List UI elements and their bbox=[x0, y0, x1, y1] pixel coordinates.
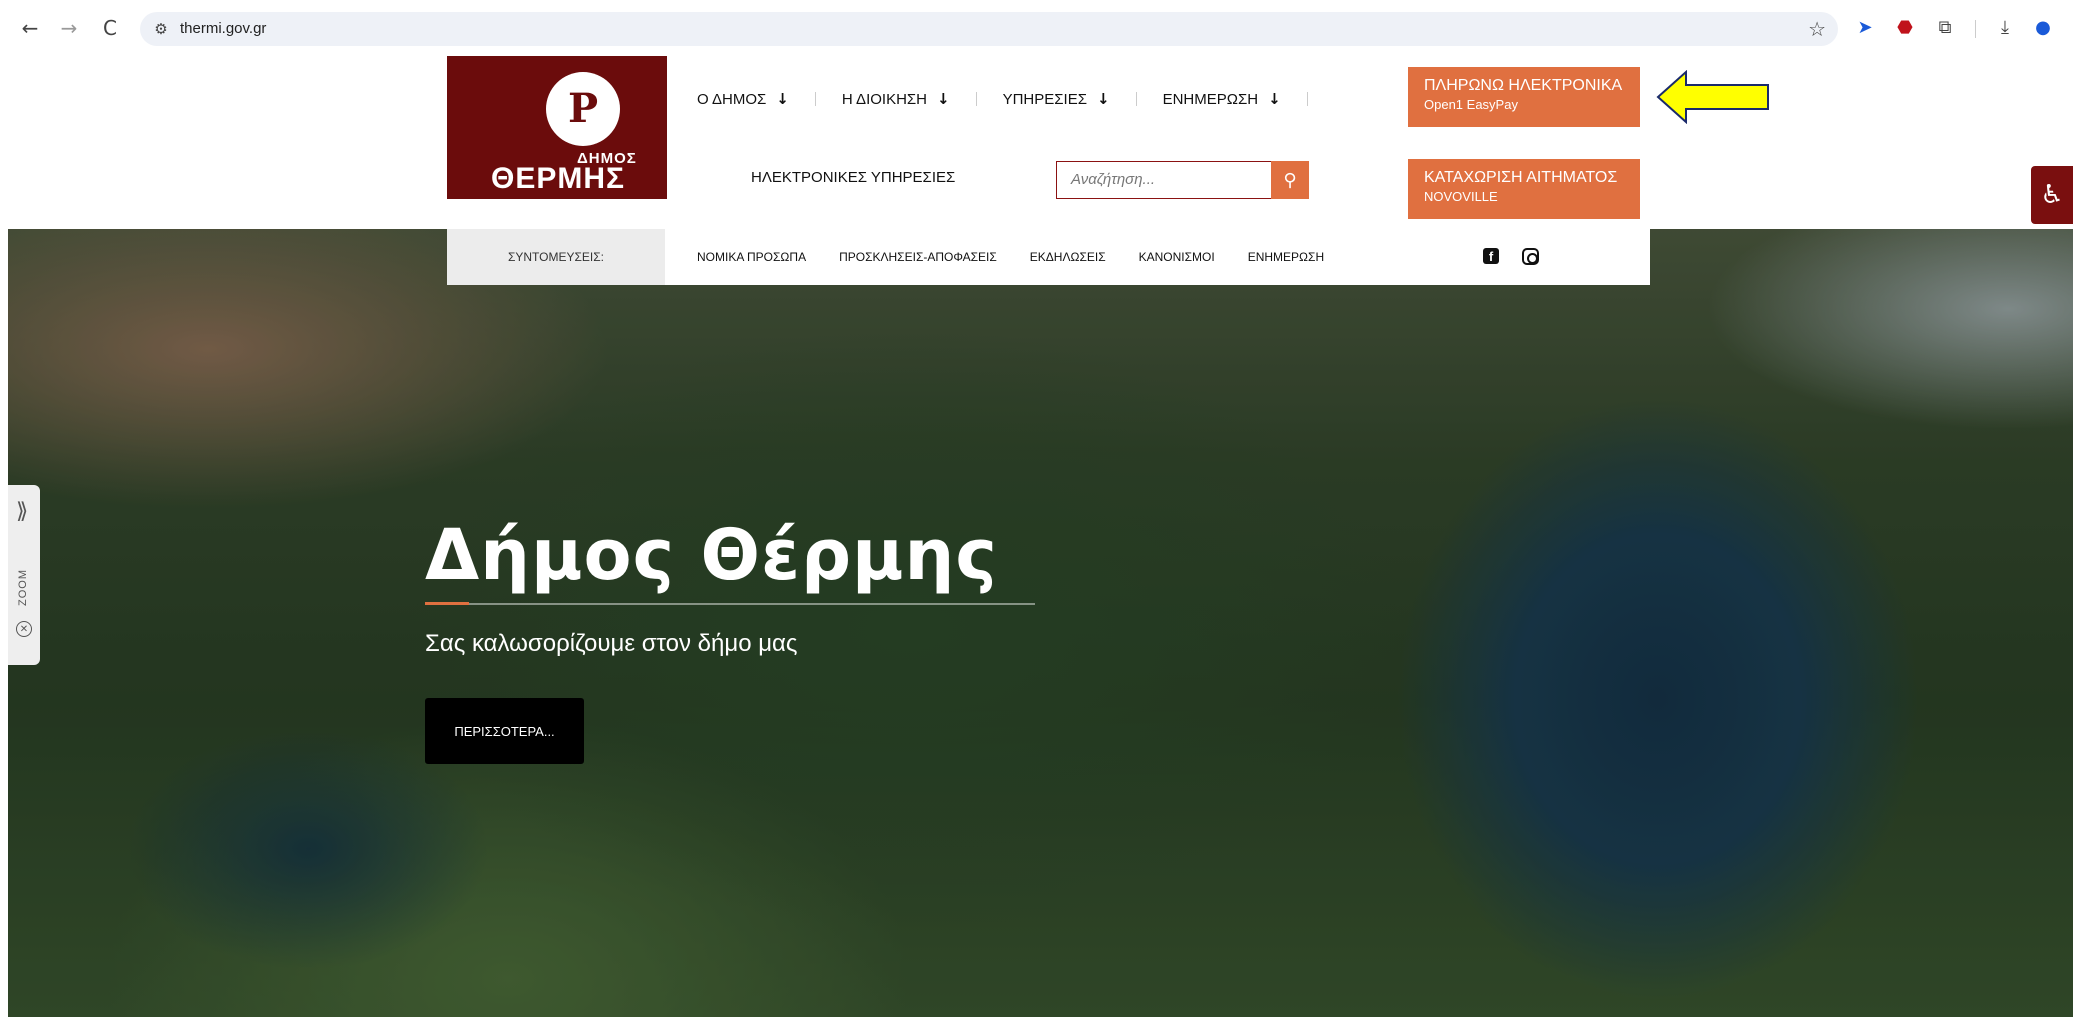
ublock-shield-icon[interactable]: ⬣ bbox=[1892, 14, 1918, 40]
zoom-label: ZOOM bbox=[17, 569, 29, 606]
facebook-icon[interactable]: f bbox=[1483, 248, 1499, 264]
main-nav: Ο ΔΗΜΟΣ ↓ Η ΔΙΟΙΚΗΣΗ ↓ ΥΠΗΡΕΣΙΕΣ ↓ ΕΝΗΜΕ… bbox=[697, 84, 1334, 114]
instagram-icon[interactable] bbox=[1522, 248, 1539, 265]
download-icon[interactable]: ⤓ bbox=[1992, 14, 2018, 40]
logo-emblem-icon: Ρ bbox=[546, 72, 620, 146]
pay-online-title: ΠΛΗΡΩΝΩ ΗΛΕΚΤΡΟΝΙΚΑ bbox=[1424, 77, 1623, 94]
page: Ρ ΔΗΜΟΣ ΘΕΡΜΗΣ Ο ΔΗΜΟΣ ↓ Η ΔΙΟΙΚΗΣΗ ↓ ΥΠ… bbox=[0, 56, 2073, 1017]
nav-item-dioikisi[interactable]: Η ΔΙΟΙΚΗΣΗ ↓ bbox=[842, 90, 950, 108]
nav-item-label: Η ΔΙΟΙΚΗΣΗ bbox=[841, 90, 928, 108]
reload-icon[interactable]: C bbox=[96, 14, 124, 42]
arrow-down-icon: ↓ bbox=[1097, 90, 1110, 108]
nav-item-label: ΕΝΗΜΕΡΩΣΗ bbox=[1162, 90, 1259, 108]
shortcut-news[interactable]: ΕΝΗΜΕΡΩΣΗ bbox=[1248, 250, 1324, 264]
browser-toolbar: ← → C ⚙ thermi.gov.gr ☆ ➤ ⬣ ⧉ ⤓ ● bbox=[0, 0, 2073, 56]
nav-divider bbox=[1135, 92, 1137, 106]
hero-divider-accent bbox=[425, 602, 469, 605]
chevron-right-icon[interactable]: ⟫ bbox=[16, 499, 28, 524]
search-icon: ⚲ bbox=[1283, 169, 1297, 191]
extensions-puzzle-icon[interactable]: ⧉ bbox=[1932, 14, 1958, 40]
search-input[interactable]: Αναζήτηση... bbox=[1056, 161, 1271, 199]
logo-big-text: ΘΕΡΜΗΣ bbox=[491, 162, 626, 195]
shortcut-calls-decisions[interactable]: ΠΡΟΣΚΛΗΣΕΙΣ-ΑΠΟΦΑΣΕΙΣ bbox=[839, 250, 997, 264]
nav-divider bbox=[975, 92, 977, 106]
yellow-arrow-annotation-icon bbox=[1656, 70, 1769, 124]
address-bar[interactable]: ⚙ thermi.gov.gr ☆ bbox=[140, 12, 1838, 46]
back-icon[interactable]: ← bbox=[16, 14, 44, 42]
extension-arrow-icon[interactable]: ➤ bbox=[1852, 14, 1878, 40]
arrow-down-icon: ↓ bbox=[776, 90, 789, 108]
nav-item-eservices[interactable]: ΗΛΕΚΤΡΟΝΙΚΕΣ ΥΠΗΡΕΣΙΕΣ bbox=[751, 169, 955, 186]
shortcuts-bar: ΣΥΝΤΟΜΕΥΣΕΙΣ: ΝΟΜΙΚΑ ΠΡΟΣΩΠΑ ΠΡΟΣΚΛΗΣΕΙΣ… bbox=[447, 229, 1650, 285]
nav-divider bbox=[814, 92, 816, 106]
submit-request-button[interactable]: ΚΑΤΑΧΩΡΙΣΗ ΑΙΤΗΜΑΤΟΣ NOVOVILLE bbox=[1408, 159, 1640, 219]
bookmark-star-icon[interactable]: ☆ bbox=[1808, 17, 1826, 41]
nav-item-label: ΥΠΗΡΕΣΙΕΣ bbox=[1002, 90, 1087, 108]
submit-request-subtitle: NOVOVILLE bbox=[1424, 189, 1498, 204]
nav-item-o-dimos[interactable]: Ο ΔΗΜΟΣ ↓ bbox=[697, 90, 789, 108]
site-logo[interactable]: Ρ ΔΗΜΟΣ ΘΕΡΜΗΣ bbox=[447, 56, 667, 199]
pay-online-subtitle: Open1 EasyPay bbox=[1424, 97, 1518, 112]
toolbar-divider bbox=[1975, 20, 1976, 38]
url-text: thermi.gov.gr bbox=[180, 20, 267, 37]
submit-request-title: ΚΑΤΑΧΩΡΙΣΗ ΑΙΤΗΜΑΤΟΣ bbox=[1424, 169, 1618, 186]
zoom-widget[interactable]: ⟫ ZOOM ✕ bbox=[8, 485, 40, 665]
profile-avatar-icon[interactable]: ● bbox=[2030, 14, 2056, 40]
search-button[interactable]: ⚲ bbox=[1271, 161, 1309, 199]
accessibility-icon[interactable]: ♿ bbox=[2031, 166, 2073, 224]
shortcut-legal-entities[interactable]: ΝΟΜΙΚΑ ΠΡΟΣΩΠΑ bbox=[697, 250, 806, 264]
arrow-down-icon: ↓ bbox=[1268, 90, 1281, 108]
hero-divider bbox=[425, 603, 1035, 605]
nav-item-enimerosi[interactable]: ΕΝΗΜΕΡΩΣΗ ↓ bbox=[1163, 90, 1281, 108]
shortcuts-label: ΣΥΝΤΟΜΕΥΣΕΙΣ: bbox=[447, 229, 665, 285]
nav-item-ypiresies[interactable]: ΥΠΗΡΕΣΙΕΣ ↓ bbox=[1003, 90, 1110, 108]
site-settings-icon[interactable]: ⚙ bbox=[150, 18, 172, 40]
shortcut-links: ΝΟΜΙΚΑ ΠΡΟΣΩΠΑ ΠΡΟΣΚΛΗΣΕΙΣ-ΑΠΟΦΑΣΕΙΣ ΕΚΔ… bbox=[697, 229, 1357, 285]
nav-item-label: Ο ΔΗΜΟΣ bbox=[697, 90, 767, 108]
shortcut-events[interactable]: ΕΚΔΗΛΩΣΕΙΣ bbox=[1030, 250, 1106, 264]
shortcut-regulations[interactable]: ΚΑΝΟΝΙΣΜΟΙ bbox=[1139, 250, 1215, 264]
hero-subtitle: Σας καλωσορίζουμε στον δήμο μας bbox=[425, 630, 798, 657]
forward-icon[interactable]: → bbox=[55, 14, 83, 42]
pay-online-button[interactable]: ΠΛΗΡΩΝΩ ΗΛΕΚΤΡΟΝΙΚΑ Open1 EasyPay bbox=[1408, 67, 1640, 127]
hero-title: Δήμος Θέρμης bbox=[425, 514, 998, 596]
hero-more-button[interactable]: ΠΕΡΙΣΣΟΤΕΡΑ... bbox=[425, 698, 584, 764]
hero-background-image bbox=[8, 229, 2073, 1017]
nav-divider bbox=[1306, 92, 1308, 106]
close-icon[interactable]: ✕ bbox=[16, 621, 32, 637]
arrow-down-icon: ↓ bbox=[937, 90, 950, 108]
